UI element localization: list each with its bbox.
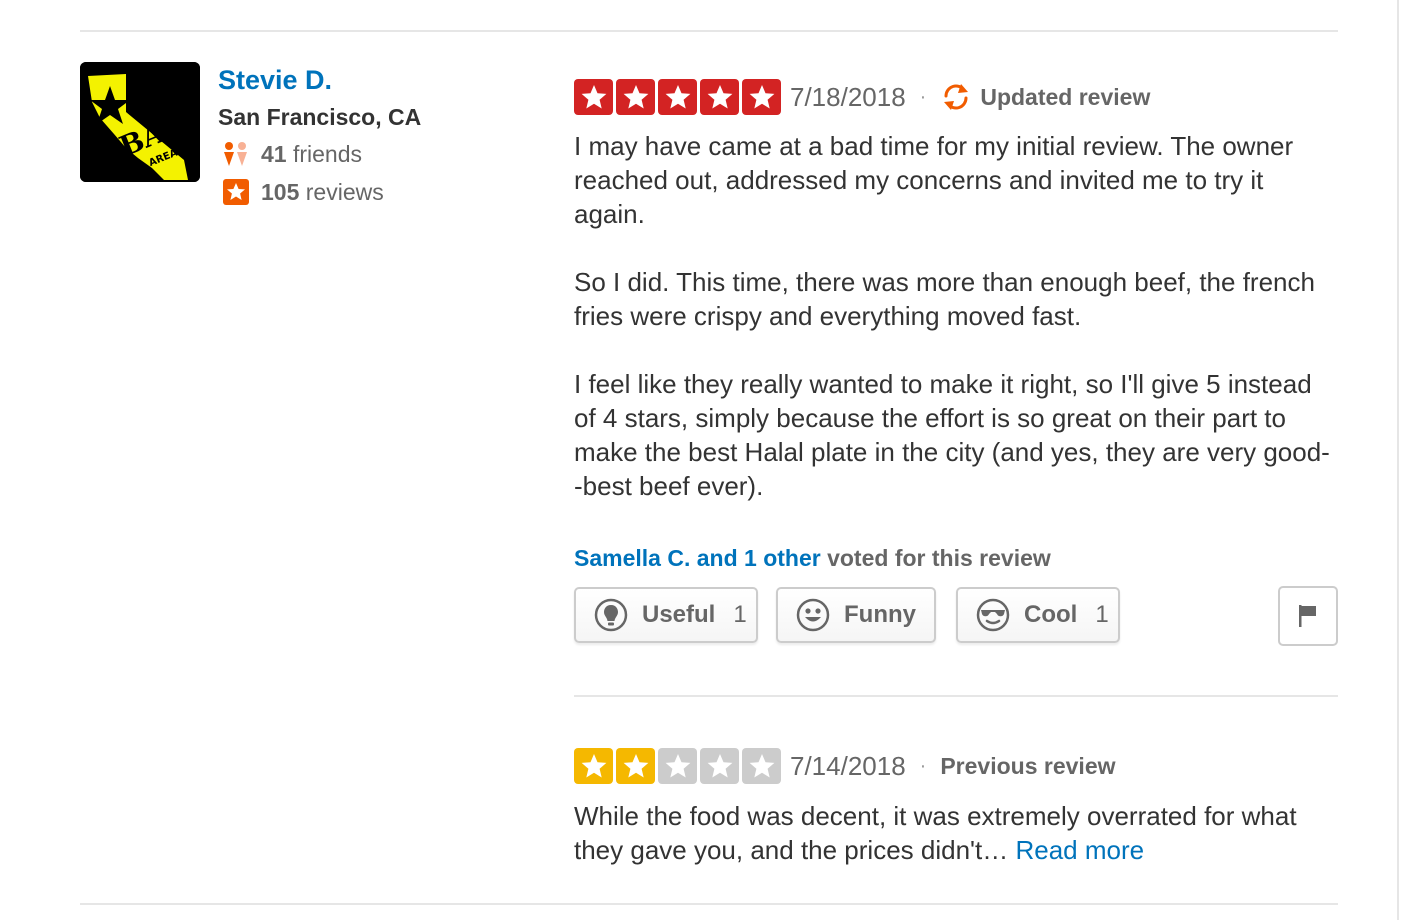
funny-button[interactable]: Funny xyxy=(776,587,936,643)
filled-star-icon xyxy=(616,79,655,115)
current-review-meta: 7/18/2018 · Updated review xyxy=(790,79,1150,115)
review-page: BAY AREA Stevie D. San Francisco, CA 41 … xyxy=(0,0,1426,920)
current-review-star-rating xyxy=(574,79,781,115)
review-divider xyxy=(574,695,1338,697)
voters-suffix: voted for this review xyxy=(820,545,1051,571)
useful-count: 1 xyxy=(733,601,747,628)
lightbulb-icon xyxy=(594,598,628,632)
friends-icon xyxy=(222,141,250,167)
useful-label: Useful xyxy=(642,601,716,628)
review-paragraph: I may have came at a bad time for my ini… xyxy=(574,131,1294,229)
review-paragraph: I feel like they really wanted to make i… xyxy=(574,369,1330,501)
top-divider xyxy=(80,30,1338,32)
filled-star-icon xyxy=(700,79,739,115)
updated-review-label: Updated review xyxy=(980,83,1151,110)
current-review-text: I may have came at a bad time for my ini… xyxy=(574,129,1334,503)
flag-icon xyxy=(1299,605,1316,627)
user-name-link[interactable]: Stevie D. xyxy=(218,62,332,98)
reviews-count: 105 xyxy=(261,178,300,205)
votes-summary: Samella C. and 1 other voted for this re… xyxy=(574,542,1051,574)
reviews-star-icon xyxy=(222,179,250,205)
reviews-label: reviews xyxy=(305,178,384,205)
filled-star-icon xyxy=(742,79,781,115)
useful-button[interactable]: Useful 1 xyxy=(574,587,758,643)
empty-star-icon xyxy=(700,748,739,784)
bottom-divider xyxy=(80,903,1338,905)
sunglasses-icon xyxy=(976,598,1010,632)
filled-star-icon xyxy=(658,79,697,115)
reviews-stat: 105 reviews xyxy=(222,177,384,207)
meta-separator: · xyxy=(919,85,927,108)
report-flag-button[interactable] xyxy=(1278,586,1338,646)
funny-label: Funny xyxy=(844,601,916,628)
previous-review-excerpt: While the food was decent, it was extrem… xyxy=(574,801,1297,865)
filled-star-icon xyxy=(574,748,613,784)
empty-star-icon xyxy=(742,748,781,784)
filled-star-icon xyxy=(574,79,613,115)
user-location: San Francisco, CA xyxy=(218,104,422,130)
filled-star-icon xyxy=(616,748,655,784)
bay-area-logo-icon: BAY AREA xyxy=(80,62,200,182)
previous-review-meta: 7/14/2018 · Previous review xyxy=(790,748,1116,784)
updated-review-icon xyxy=(940,82,972,112)
smiley-icon xyxy=(796,598,830,632)
friends-stat: 41 friends xyxy=(222,139,362,169)
page-right-border xyxy=(1397,0,1399,920)
cool-label: Cool xyxy=(1024,601,1078,628)
previous-review-date: 7/14/2018 xyxy=(790,750,906,781)
current-review-date: 7/18/2018 xyxy=(790,81,906,112)
cool-button[interactable]: Cool 1 xyxy=(956,587,1120,643)
previous-review-label: Previous review xyxy=(940,752,1116,779)
voters-link[interactable]: Samella C. and 1 other xyxy=(574,545,821,571)
review-paragraph: So I did. This time, there was more than… xyxy=(574,267,1315,331)
previous-review-text: While the food was decent, it was extrem… xyxy=(574,799,1334,867)
meta-separator: · xyxy=(919,754,927,777)
read-more-link[interactable]: Read more xyxy=(1015,835,1144,865)
empty-star-icon xyxy=(658,748,697,784)
friends-count: 41 xyxy=(261,140,287,167)
friends-label: friends xyxy=(292,140,363,167)
previous-review-star-rating xyxy=(574,748,781,784)
user-avatar[interactable]: BAY AREA xyxy=(80,62,200,182)
cool-count: 1 xyxy=(1095,601,1109,628)
